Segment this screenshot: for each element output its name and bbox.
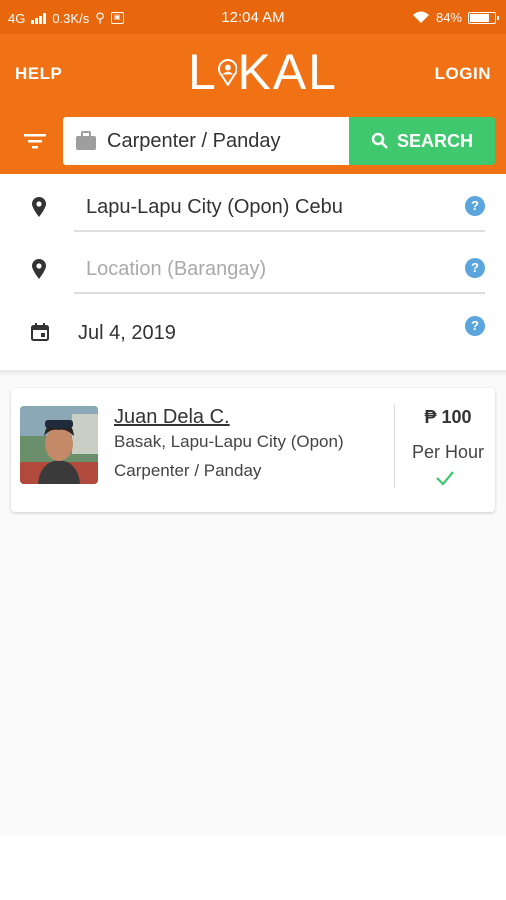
- logo-letter-l: L: [188, 44, 218, 100]
- date-row: Jul 4, 2019 ?: [0, 302, 506, 362]
- city-field[interactable]: Lapu-Lapu City (Opon) Cebu: [74, 186, 485, 232]
- lokal-logo: L KAL: [188, 42, 338, 102]
- worker-name[interactable]: Juan Dela C.: [114, 406, 230, 429]
- filter-icon[interactable]: [22, 130, 50, 152]
- search-filters: Lapu-Lapu City (Opon) Cebu ? Location (B…: [0, 174, 506, 370]
- app-header: HELP L KAL LOGIN Carpenter / Panday SEAR…: [0, 34, 506, 174]
- briefcase-icon: [76, 131, 96, 150]
- barangay-field[interactable]: Location (Barangay): [74, 248, 485, 294]
- logo-letters-kal: KAL: [237, 44, 338, 100]
- verified-check-icon: [436, 471, 454, 486]
- rate-unit: Per Hour: [411, 442, 485, 462]
- search-button-label: SEARCH: [396, 130, 473, 151]
- battery-fill: [470, 13, 490, 22]
- status-right: 84%: [412, 10, 499, 25]
- barangay-row: Location (Barangay) ?: [0, 238, 506, 298]
- city-help-icon[interactable]: ?: [465, 196, 485, 216]
- help-link[interactable]: HELP: [15, 64, 62, 84]
- barangay-help-icon[interactable]: ?: [465, 258, 485, 278]
- category-search-field[interactable]: [63, 117, 349, 165]
- search-button[interactable]: SEARCH: [349, 117, 495, 165]
- battery-percent: 84%: [435, 10, 462, 25]
- worker-rate: ₱ 100: [424, 407, 472, 427]
- location-pin-icon: [32, 259, 46, 279]
- login-link[interactable]: LOGIN: [435, 64, 491, 84]
- app-screen: 4G 0.3K/s ⚲ ▣ 12:04 AM 84% HELP L KAL LO…: [0, 0, 506, 900]
- city-row: Lapu-Lapu City (Opon) Cebu ?: [0, 176, 506, 236]
- worker-category: Carpenter / Panday: [114, 461, 262, 480]
- worker-card[interactable]: Juan Dela C. Basak, Lapu-Lapu City (Opon…: [11, 388, 495, 512]
- worker-address: Basak, Lapu-Lapu City (Opon): [114, 432, 344, 451]
- logo-pin-icon: [217, 59, 238, 87]
- worker-photo: [20, 406, 98, 484]
- location-pin-icon: [32, 197, 46, 217]
- date-help-icon[interactable]: ?: [465, 316, 485, 336]
- search-icon: [371, 132, 388, 149]
- worker-avatar: [20, 406, 98, 484]
- status-bar: 4G 0.3K/s ⚲ ▣ 12:04 AM 84%: [0, 0, 506, 34]
- battery-icon: [468, 11, 499, 24]
- card-divider: [394, 404, 395, 488]
- category-input[interactable]: [107, 126, 343, 156]
- wifi-icon: [412, 11, 429, 23]
- date-field[interactable]: Jul 4, 2019: [78, 312, 176, 354]
- calendar-icon: [31, 323, 49, 341]
